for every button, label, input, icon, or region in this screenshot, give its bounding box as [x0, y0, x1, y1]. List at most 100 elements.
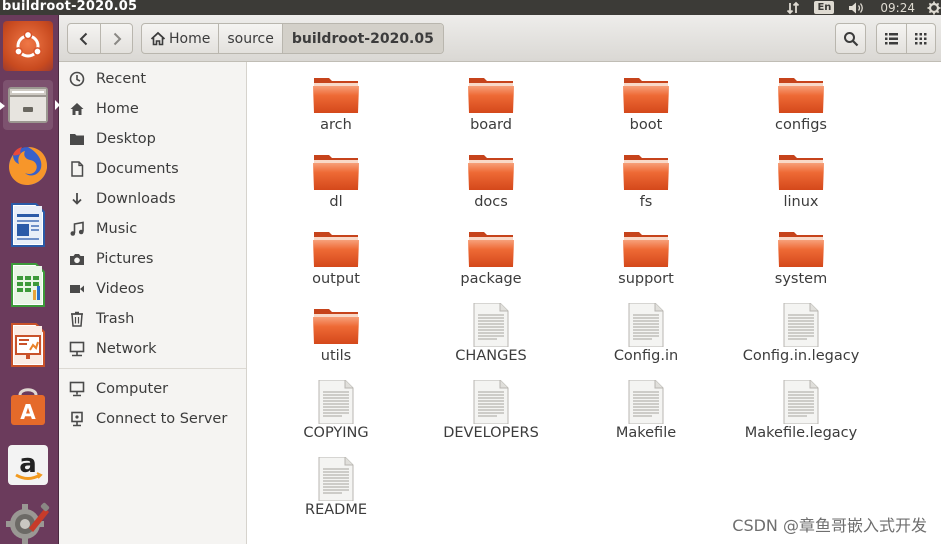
libreoffice-impress-icon[interactable] [3, 320, 53, 370]
file-name: README [305, 502, 367, 518]
libreoffice-writer-icon[interactable] [3, 200, 53, 250]
search-icon [843, 31, 858, 46]
sidebar-item-documents[interactable]: Documents [59, 154, 246, 184]
breadcrumb-home-label: Home [169, 30, 211, 47]
text-file-icon [628, 303, 664, 347]
folder-item[interactable]: system [736, 216, 866, 290]
sidebar-item-home[interactable]: Home [59, 94, 246, 124]
chevron-left-icon [79, 32, 88, 45]
watermark: CSDN @章鱼哥嵌入式开发 [732, 516, 927, 535]
amazon-icon[interactable]: a [3, 440, 53, 490]
volume-icon[interactable] [848, 0, 866, 15]
folder-item[interactable]: support [581, 216, 711, 290]
file-name: dl [329, 194, 343, 210]
file-name: package [460, 271, 522, 287]
folder-icon [313, 78, 359, 113]
file-name: Makefile.legacy [744, 425, 858, 441]
sidebar-item-label: Documents [96, 161, 179, 177]
files-icon[interactable] [0, 80, 60, 130]
folder-icon [468, 155, 514, 190]
breadcrumb-source[interactable]: source [218, 24, 282, 53]
sidebar-item-connect-to-server[interactable]: Connect to Server [59, 404, 246, 434]
folder-icon [468, 232, 514, 267]
file-name: boot [629, 117, 663, 133]
ubuntu-dash-icon[interactable] [3, 21, 53, 71]
download-icon [69, 191, 85, 207]
file-name: output [312, 271, 360, 287]
back-button[interactable] [68, 24, 100, 53]
folder-item[interactable]: linux [736, 139, 866, 213]
home-icon [150, 31, 166, 46]
folder-item[interactable]: docs [426, 139, 556, 213]
sidebar-item-label: Pictures [96, 251, 154, 267]
music-icon [69, 221, 85, 237]
breadcrumb-home[interactable]: Home [142, 24, 218, 53]
folder-item[interactable]: fs [581, 139, 711, 213]
folder-item[interactable]: dl [271, 139, 401, 213]
sidebar-item-trash[interactable]: Trash [59, 304, 246, 334]
software-center-icon[interactable]: A [3, 380, 53, 430]
file-name: Config.in.legacy [742, 348, 860, 364]
sidebar-item-desktop[interactable]: Desktop [59, 124, 246, 154]
clock[interactable]: 09:24 [880, 0, 915, 15]
file-item[interactable]: Config.in [581, 293, 711, 367]
sidebar-item-label: Computer [96, 381, 169, 397]
text-file-icon [473, 303, 509, 347]
chevron-right-icon [113, 32, 121, 45]
file-name: fs [639, 194, 653, 210]
file-name: DEVELOPERS [443, 425, 539, 441]
text-file-icon [628, 380, 664, 424]
sidebar-item-recent[interactable]: Recent [59, 64, 246, 94]
sidebar-item-music[interactable]: Music [59, 214, 246, 244]
sidebar-item-network[interactable]: Network [59, 334, 246, 364]
file-item[interactable]: Makefile [581, 370, 711, 444]
launcher: A a [0, 15, 60, 544]
folder-icon [313, 309, 359, 344]
sidebar-item-label: Connect to Server [96, 411, 228, 427]
header-bar: Home source buildroot-2020.05 [59, 15, 941, 62]
keyboard-layout-indicator[interactable]: En [814, 0, 835, 15]
file-name: COPYING [303, 425, 369, 441]
folder-icon [313, 232, 359, 267]
file-name: board [470, 117, 512, 133]
file-item[interactable]: COPYING [271, 370, 401, 444]
sidebar-item-videos[interactable]: Videos [59, 274, 246, 304]
file-name: docs [474, 194, 508, 210]
folder-item[interactable]: board [426, 62, 556, 136]
file-item[interactable]: Config.in.legacy [736, 293, 866, 367]
search-button[interactable] [835, 23, 866, 54]
folder-icon [623, 78, 669, 113]
file-item[interactable]: CHANGES [426, 293, 556, 367]
folder-item[interactable]: package [426, 216, 556, 290]
folder-item[interactable]: output [271, 216, 401, 290]
gear-icon[interactable] [927, 0, 941, 15]
folder-item[interactable]: utils [271, 293, 401, 367]
file-item[interactable]: Makefile.legacy [736, 370, 866, 444]
file-name: utils [320, 348, 352, 364]
grid-view-button[interactable] [906, 24, 935, 53]
window-title: buildroot-2020.05 [2, 0, 138, 14]
document-icon [69, 161, 85, 177]
file-item[interactable]: README [271, 447, 401, 521]
sidebar-item-computer[interactable]: Computer [59, 374, 246, 404]
file-item[interactable]: DEVELOPERS [426, 370, 556, 444]
sidebar: Recent Home Desktop Documents Downloads … [59, 62, 247, 544]
list-view-icon [884, 32, 898, 44]
file-name: linux [783, 194, 819, 210]
sidebar-item-downloads[interactable]: Downloads [59, 184, 246, 214]
list-view-button[interactable] [877, 24, 906, 53]
folder-item[interactable]: arch [271, 62, 401, 136]
file-name: Makefile [615, 425, 677, 441]
sidebar-item-pictures[interactable]: Pictures [59, 244, 246, 274]
folder-item[interactable]: boot [581, 62, 711, 136]
network-arrows-icon[interactable] [786, 0, 800, 15]
breadcrumb-current[interactable]: buildroot-2020.05 [281, 24, 443, 53]
libreoffice-calc-icon[interactable] [3, 260, 53, 310]
file-name: configs [775, 117, 827, 133]
sidebar-item-label: Desktop [96, 131, 156, 147]
sidebar-item-label: Recent [96, 71, 147, 87]
firefox-icon[interactable] [3, 140, 53, 190]
system-settings-icon[interactable] [3, 498, 53, 544]
folder-item[interactable]: configs [736, 62, 866, 136]
forward-button[interactable] [100, 24, 132, 53]
